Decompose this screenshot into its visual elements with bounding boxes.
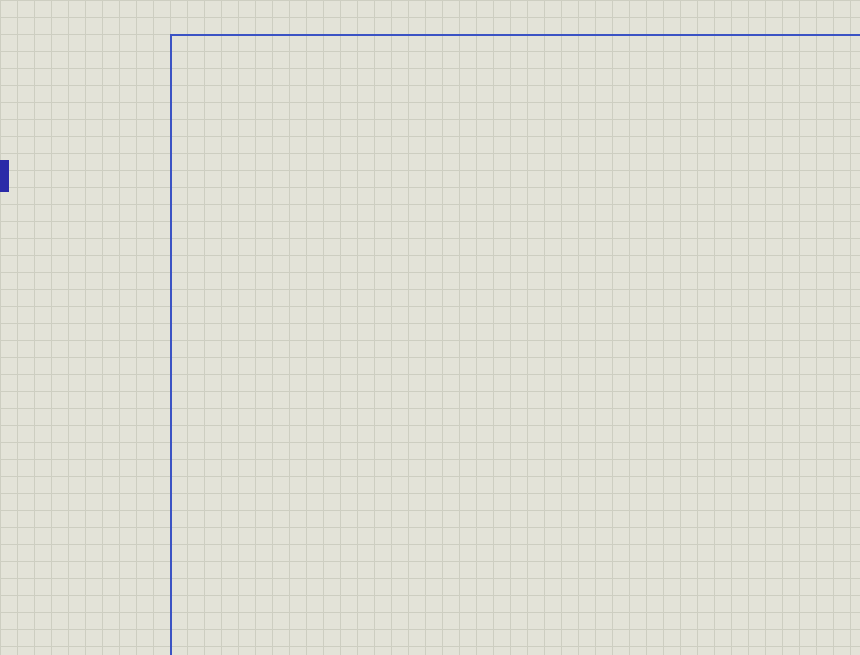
wires-layer xyxy=(0,0,860,655)
clipped-probe-tag xyxy=(0,160,9,192)
schematic-canvas[interactable] xyxy=(0,0,860,655)
